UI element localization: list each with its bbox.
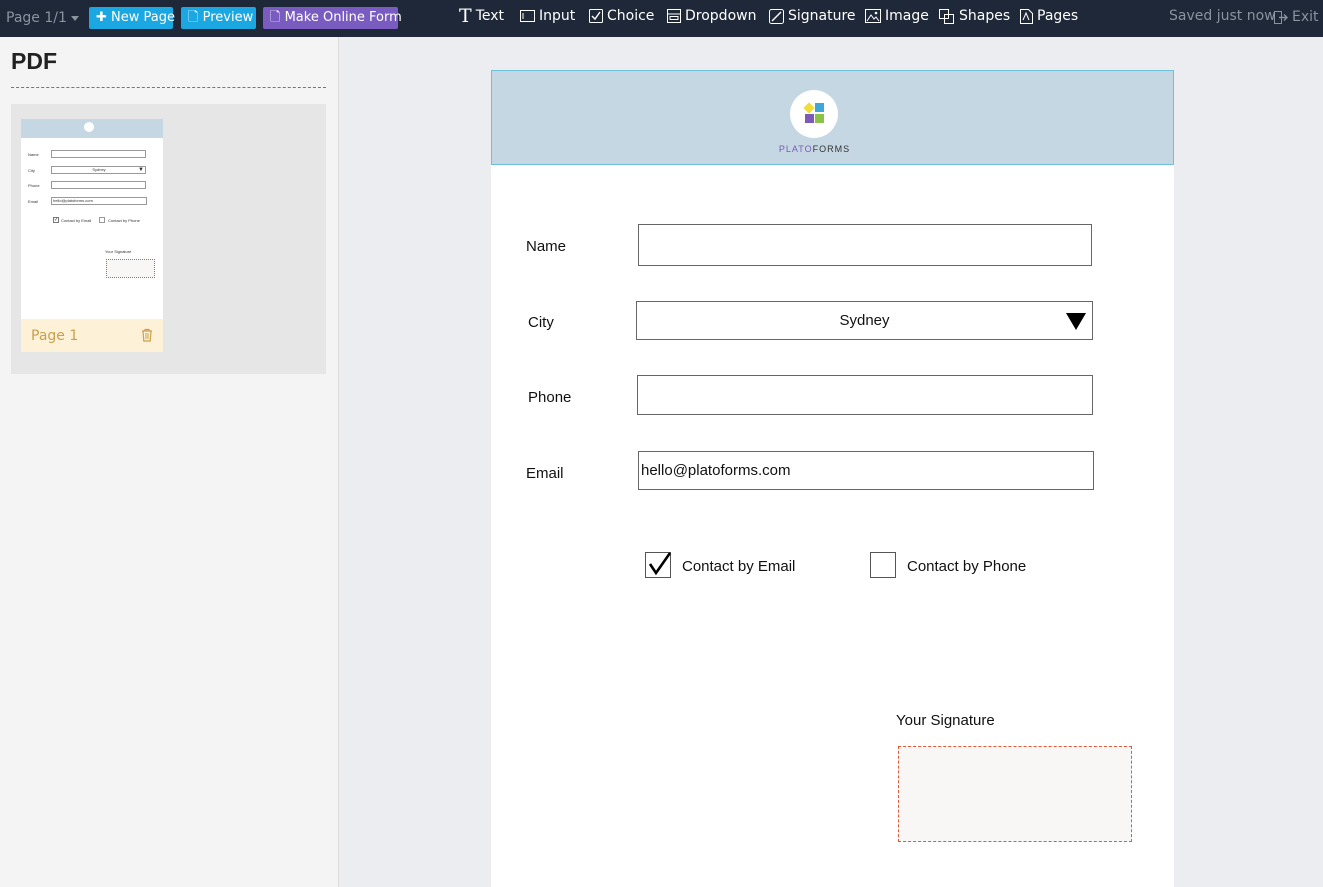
- choice-tool-label: Choice: [607, 8, 655, 24]
- phone-label: Phone: [528, 389, 572, 406]
- text-icon: T: [459, 5, 472, 27]
- platoforms-logo: [790, 90, 838, 138]
- shapes-tool[interactable]: Shapes: [939, 8, 1010, 24]
- image-tool-label: Image: [885, 8, 929, 24]
- plus-icon: ✚: [96, 10, 107, 25]
- page-selector[interactable]: Page 1/1: [6, 10, 79, 26]
- page-thumbnail[interactable]: Name City Sydney ▼ Phone Email hello@plat…: [21, 119, 163, 352]
- name-label: Name: [526, 238, 567, 255]
- city-dropdown[interactable]: Sydney: [636, 301, 1093, 340]
- thumbnail-contact-phone-label: Contact by Phone: [108, 218, 140, 223]
- thumbnail-email-value: hello@platoforms.com: [53, 198, 93, 203]
- contact-email-checkbox[interactable]: [645, 552, 672, 578]
- image-icon: [865, 9, 881, 23]
- signature-field[interactable]: [898, 746, 1132, 842]
- form-header-image[interactable]: PLATOFORMS: [491, 70, 1174, 165]
- shapes-tool-label: Shapes: [959, 8, 1011, 24]
- thumbnail-phone-field: [51, 181, 146, 189]
- pages-tool[interactable]: Pages: [1020, 8, 1078, 24]
- email-input-value: hello@platoforms.com: [641, 462, 791, 479]
- pdf-page-canvas: PLATOFORMS Name City Sydney Phone Email …: [491, 70, 1174, 887]
- thumbnail-city-label: City: [28, 168, 35, 173]
- thumbnail-name-field: [51, 150, 146, 158]
- image-tool[interactable]: Image: [865, 8, 929, 24]
- thumbnail-signature-box: [106, 259, 155, 278]
- city-dropdown-value: Sydney: [839, 312, 890, 329]
- make-online-form-button[interactable]: 🗋 Make Online Form: [263, 7, 402, 29]
- make-online-form-label: Make Online Form: [284, 10, 402, 25]
- pdf-file-icon: [1020, 8, 1033, 24]
- top-toolbar: Page 1/1 ✚ New Page 🗋 Preview 🗋 Make Onl…: [0, 0, 1323, 37]
- exit-label: Exit: [1292, 9, 1319, 25]
- thumbnail-contact-email-label: Contact by Email: [61, 218, 92, 223]
- dropdown-tool-label: Dropdown: [685, 8, 757, 24]
- email-label: Email: [526, 465, 564, 482]
- contact-email-label: Contact by Email: [682, 558, 796, 575]
- pen-icon: [769, 8, 784, 24]
- page-thumbnail-footer: Page 1: [21, 319, 163, 352]
- shapes-icon: [939, 8, 954, 24]
- page-list: Name City Sydney ▼ Phone Email hello@plat…: [11, 104, 326, 374]
- platoforms-wordmark: PLATOFORMS: [492, 144, 1137, 154]
- thumbnail-signature-label: Your Signature: [105, 249, 132, 254]
- name-input[interactable]: [638, 224, 1092, 266]
- thumbnail-logo: [84, 122, 94, 132]
- email-input[interactable]: hello@platoforms.com: [638, 451, 1094, 490]
- thumbnail-email-label: Email: [28, 199, 39, 204]
- thumbnail-checkbox-email: ✓: [53, 217, 59, 223]
- sidebar-title: PDF: [11, 48, 57, 74]
- text-tool-label: Text: [475, 8, 505, 24]
- dropdown-icon: [667, 9, 681, 23]
- logo-forms-text: FORMS: [812, 144, 851, 154]
- city-label: City: [528, 314, 554, 331]
- page-selector-label: Page 1/1: [6, 10, 67, 26]
- phone-input[interactable]: [637, 375, 1093, 415]
- page-label: Page 1: [31, 328, 79, 344]
- input-icon: [520, 10, 535, 22]
- logo-plato-text: PLATO: [778, 144, 813, 154]
- signature-tool-label: Signature: [788, 8, 856, 24]
- thumbnail-city-value: Sydney: [92, 167, 106, 172]
- preview-label: Preview: [202, 10, 254, 25]
- pages-tool-label: Pages: [1037, 8, 1079, 24]
- signature-tool[interactable]: Signature: [769, 8, 856, 24]
- thumbnail-email-field: hello@platoforms.com: [51, 197, 147, 205]
- text-tool[interactable]: T Text: [459, 5, 505, 27]
- dropdown-arrow-icon: [1066, 313, 1086, 330]
- sidebar-divider: [11, 87, 326, 88]
- thumbnail-phone-label: Phone: [28, 183, 40, 188]
- input-tool[interactable]: Input: [520, 8, 575, 24]
- caret-down-icon: [70, 15, 79, 21]
- thumbnail-header: [21, 119, 163, 138]
- new-page-button[interactable]: ✚ New Page: [89, 7, 176, 29]
- preview-button[interactable]: 🗋 Preview: [181, 7, 256, 29]
- save-status: Saved just now: [1169, 8, 1276, 24]
- signature-label: Your Signature: [896, 712, 995, 729]
- thumbnail-city-field: Sydney ▼: [51, 166, 146, 174]
- trash-icon[interactable]: [141, 328, 153, 342]
- new-page-label: New Page: [111, 10, 176, 25]
- pages-sidebar: PDF Name City Sydney ▼ Phone Email hello@…: [0, 37, 339, 887]
- contact-phone-label: Contact by Phone: [907, 558, 1027, 575]
- pdf-file-icon: 🗋: [188, 10, 199, 25]
- sign-out-icon: [1274, 10, 1288, 24]
- checkmark-icon: [648, 552, 672, 576]
- checkbox-icon: [589, 9, 603, 23]
- logo-squares-icon: [803, 102, 824, 123]
- thumbnail-name-label: Name: [28, 152, 39, 157]
- caret-down-icon: ▼: [138, 167, 144, 173]
- exit-button[interactable]: Exit: [1274, 9, 1319, 25]
- pdf-file-icon: 🗋: [270, 10, 281, 25]
- thumbnail-checkbox-phone: [99, 217, 105, 223]
- input-tool-label: Input: [539, 8, 576, 24]
- contact-phone-checkbox[interactable]: [870, 552, 896, 578]
- choice-tool[interactable]: Choice: [589, 8, 654, 24]
- dropdown-tool[interactable]: Dropdown: [667, 8, 756, 24]
